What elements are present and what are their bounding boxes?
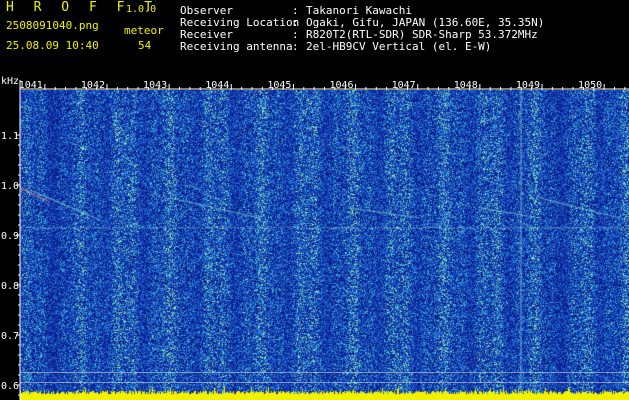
y-tick-label-5: 0.6 bbox=[1, 381, 19, 392]
y-tick-label-3: 0.8 bbox=[1, 281, 19, 292]
app-version: 1.0.0 bbox=[126, 4, 157, 15]
y-tick-label-4: 0.7 bbox=[1, 331, 19, 342]
antenna-colon: : bbox=[292, 40, 299, 53]
file-name: 2508091040.png bbox=[6, 19, 99, 32]
antenna-label: Receiving antenna bbox=[180, 40, 293, 53]
y-axis-unit-label: kHz bbox=[1, 76, 19, 87]
y-tick-label-1: 1.0 bbox=[1, 181, 19, 192]
antenna-value: 2el-HB9CV Vertical (el. E-W) bbox=[306, 40, 492, 53]
y-tick-label-0: 1.1 bbox=[1, 131, 19, 142]
meteor-label: meteor bbox=[124, 24, 164, 37]
datetime: 25.08.09 10:40 bbox=[6, 39, 99, 52]
y-tick-label-2: 0.9 bbox=[1, 231, 19, 242]
spectrogram bbox=[20, 90, 629, 400]
y-axis: kHz 1.1 1.0 0.9 0.8 0.7 0.6 bbox=[1, 76, 21, 400]
meteor-count: 54 bbox=[138, 39, 152, 52]
spectrogram-canvas bbox=[20, 90, 629, 400]
